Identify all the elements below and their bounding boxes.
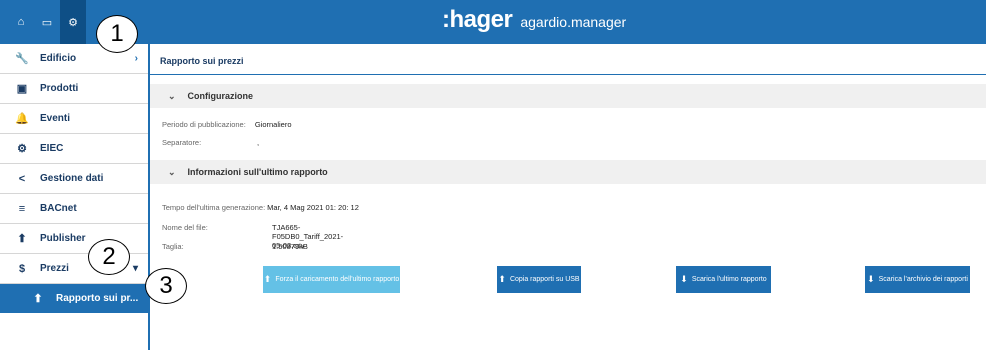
sidebar-item-bacnet[interactable]: ≡ BACnet xyxy=(0,194,148,224)
download-icon: ⬇ xyxy=(867,274,875,284)
home-icon: ⌂ xyxy=(17,16,25,28)
share-icon: < xyxy=(18,172,26,185)
button-label: Scarica l'archivio dei rapporti xyxy=(878,276,968,283)
monitor-tab[interactable]: ▭ xyxy=(34,0,60,44)
section-header: Configurazione xyxy=(187,91,254,101)
force-upload-button[interactable]: ⬆ Forza il caricamento dell'ultimo rappo… xyxy=(263,266,400,293)
sidebar-item-gestione-dati[interactable]: < Gestione dati xyxy=(0,164,148,194)
settings-icon: ⚙ xyxy=(68,16,78,29)
upload-icon: ⬆ xyxy=(17,233,27,245)
sidebar-subitem-rapporto-sui-prezzi[interactable]: ⬆ Rapporto sui pr... xyxy=(0,284,148,313)
section-configurazione[interactable]: ⌄ Configurazione xyxy=(150,84,986,108)
hager-logo: :hager xyxy=(442,6,513,33)
home-tab[interactable]: ⌂ xyxy=(8,0,34,44)
sidebar-item-label: Gestione dati xyxy=(40,173,104,184)
chevron-down-icon: ⌄ xyxy=(168,90,176,101)
sidebar-item-eventi[interactable]: 🔔 Eventi xyxy=(0,104,148,134)
monitor-icon: ▭ xyxy=(41,16,53,29)
sidebar-item-label: BACnet xyxy=(40,203,77,214)
field-value: Giornaliero xyxy=(254,120,292,129)
field-label: Tempo dell'ultima generazione: xyxy=(162,203,266,212)
button-label: Scarica l'ultimo rapporto xyxy=(691,276,767,283)
callout-1: 1 xyxy=(96,15,138,53)
page-title: Rapporto sui prezzi xyxy=(160,56,244,66)
report-row: Tempo dell'ultima generazione: Mar, 4 Ma… xyxy=(162,203,359,212)
list-icon: ≡ xyxy=(18,202,26,215)
field-value: , xyxy=(257,138,260,147)
report-row: Taglia: 1.50879kB xyxy=(162,242,308,251)
wrench-icon: 🔧 xyxy=(15,53,29,65)
sidebar-item-label: Edificio xyxy=(40,53,77,64)
upload-icon: ⬆ xyxy=(33,293,43,305)
brand-logo: :hager agardio.manager xyxy=(442,6,626,34)
sidebar: 🔧 Edificio › ▣ Prodotti 🔔 Eventi ⚙ EIEC … xyxy=(0,44,150,350)
sidebar-item-label: Prezzi xyxy=(40,263,69,274)
chevron-down-icon: ⌄ xyxy=(168,166,176,177)
top-tabs: ⌂ ▭ ⚙ xyxy=(0,0,86,44)
sidebar-item-label: Publisher xyxy=(40,233,86,244)
report-row: Nome del file: TJA665-F05DB0_Tariff_2021… xyxy=(162,223,343,250)
upload-icon: ⬆ xyxy=(263,274,272,284)
section-header: Informazioni sull'ultimo rapporto xyxy=(187,167,328,177)
product-name: agardio.manager xyxy=(520,14,627,30)
sidebar-item-label: Eventi xyxy=(40,113,71,124)
main-content: Rapporto sui prezzi ⌄ Configurazione Per… xyxy=(150,44,986,350)
field-label: Taglia: xyxy=(162,242,184,251)
callout-2: 2 xyxy=(88,239,130,275)
field-value: Mar, 4 Mag 2021 01: 20: 12 xyxy=(267,203,359,212)
button-label: Copia rapporti su USB xyxy=(509,276,580,283)
section-ultimo-rapporto[interactable]: ⌄ Informazioni sull'ultimo rapporto xyxy=(150,160,986,184)
dollar-icon: $ xyxy=(18,262,26,275)
sidebar-item-eiec[interactable]: ⚙ EIEC xyxy=(0,134,148,164)
title-divider xyxy=(150,74,986,75)
download-last-report-button[interactable]: ⬇ Scarica l'ultimo rapporto xyxy=(676,266,771,293)
download-icon: ⬇ xyxy=(680,274,688,284)
box-icon: ▣ xyxy=(16,83,28,95)
field-label: Separatore: xyxy=(162,138,202,147)
field-label: Nome del file: xyxy=(162,223,208,232)
field-value: 1.50879kB xyxy=(272,242,308,251)
field-label: Periodo di pubblicazione: xyxy=(162,120,246,129)
bell-icon: 🔔 xyxy=(15,113,29,125)
button-label: Forza il caricamento dell'ultimo rapport… xyxy=(275,276,400,283)
sidebar-item-label: Prodotti xyxy=(40,83,79,94)
callout-3: 3 xyxy=(145,268,187,304)
download-archive-button[interactable]: ⬇ Scarica l'archivio dei rapporti xyxy=(865,266,970,293)
chevron-down-icon: ▾ xyxy=(132,263,138,274)
chevron-right-icon: › xyxy=(134,53,138,64)
sidebar-item-label: EIEC xyxy=(40,143,64,154)
config-row: Periodo di pubblicazione: Giornaliero xyxy=(162,120,292,129)
sidebar-item-prodotti[interactable]: ▣ Prodotti xyxy=(0,74,148,104)
top-bar: ⌂ ▭ ⚙ :hager agardio.manager xyxy=(0,0,986,44)
copy-usb-button[interactable]: ⬆ Copia rapporti su USB xyxy=(497,266,581,293)
gears-icon: ⚙ xyxy=(17,143,27,155)
sidebar-item-label: Rapporto sui pr... xyxy=(56,293,139,304)
settings-tab[interactable]: ⚙ xyxy=(60,0,86,44)
upload-icon: ⬆ xyxy=(498,274,506,284)
config-row: Separatore: , xyxy=(162,138,259,147)
